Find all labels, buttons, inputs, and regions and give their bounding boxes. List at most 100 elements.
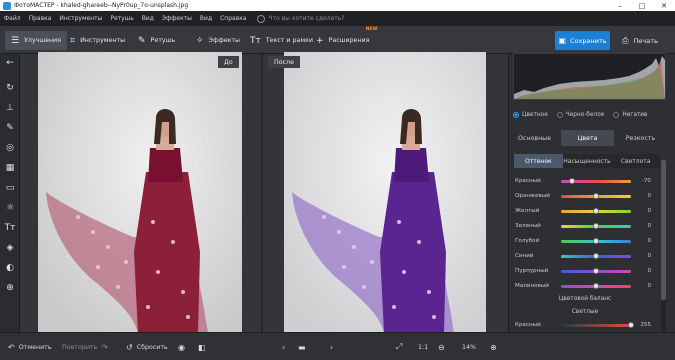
tab-text-frames[interactable]: Tт Текст и рамки [244, 31, 319, 50]
reset-button[interactable]: ↺ Сбросить [126, 341, 168, 353]
menu-tools[interactable]: Инструменты [55, 15, 106, 22]
menu-view[interactable]: Вид [138, 15, 158, 22]
hue-slider-row: Пурпурный 0 [515, 266, 655, 276]
text-tool-icon[interactable]: Tт [3, 221, 17, 235]
radial-filter-icon[interactable]: ◎ [3, 141, 17, 155]
slider-track[interactable] [561, 321, 634, 328]
slider-track[interactable] [561, 207, 631, 214]
hue-slider-row: Красный -70 [515, 176, 655, 186]
menu-view-2[interactable]: Вид [196, 15, 216, 22]
slider-track[interactable] [561, 222, 631, 229]
menu-file[interactable]: Файл [0, 15, 25, 22]
prev-image-button[interactable]: ‹ [282, 341, 289, 353]
menu-effects[interactable]: Эффекты [158, 15, 196, 22]
slider-track[interactable] [561, 267, 631, 274]
subtab-hue[interactable]: Оттенок [514, 154, 563, 168]
before-photo [38, 52, 242, 333]
tab-basic[interactable]: Основные [508, 130, 561, 146]
save-button[interactable]: ▣ Сохранить [555, 31, 610, 50]
slider-value: 0 [647, 193, 651, 199]
slider-value: 0 [647, 208, 651, 214]
new-badge: NEW [365, 27, 378, 32]
slider-label: Пурпурный [515, 268, 549, 274]
slider-track[interactable] [561, 252, 631, 259]
slider-track[interactable] [561, 192, 631, 199]
slider-knob[interactable] [593, 282, 599, 289]
slider-label: Голубой [515, 238, 540, 244]
left-toolbar: ← ↻ ⊥ ✎ ◎ ▦ ▭ ☼ Tт ◈ ◐ ⊕ [0, 54, 20, 332]
slider-value: 0 [647, 223, 651, 229]
stamp-icon[interactable]: ⊥ [3, 101, 17, 115]
slider-knob[interactable] [593, 267, 599, 274]
compare-button[interactable]: ◧ [198, 341, 210, 353]
tab-label: Инструменты [80, 37, 126, 44]
menu-retouch[interactable]: Ретушь [106, 15, 137, 22]
mode-color-radio[interactable]: Цветное [513, 112, 548, 118]
slider-knob[interactable] [593, 192, 599, 199]
slider-track[interactable] [561, 237, 631, 244]
maximize-icon[interactable]: □ [631, 0, 653, 11]
slider-track[interactable] [561, 282, 631, 289]
search-icon [256, 14, 265, 23]
minimize-icon[interactable]: – [609, 0, 631, 11]
gradient-filter-icon[interactable]: ▦ [3, 161, 17, 175]
fill-icon[interactable]: ◈ [3, 241, 17, 255]
menu-help[interactable]: Справка [216, 15, 250, 22]
panel-scrollbar[interactable] [661, 160, 666, 332]
fit-screen-button[interactable]: ⤢ [396, 341, 406, 353]
undo-button[interactable]: ↶ Отменить [8, 341, 52, 353]
tab-retouch[interactable]: ✎ Ретушь [132, 31, 181, 50]
slider-knob[interactable] [593, 207, 599, 214]
tab-sharpness[interactable]: Резкость [614, 130, 667, 146]
zoom-ratio-button[interactable]: 1:1 [418, 341, 428, 353]
subtab-lightness[interactable]: Светлота [611, 154, 660, 168]
light-icon[interactable]: ☼ [3, 201, 17, 215]
menu-edit[interactable]: Правка [25, 15, 56, 22]
color-mode-group: Цветное Черно-белое Негатив [513, 110, 668, 120]
slider-knob[interactable] [593, 252, 599, 259]
mode-bw-radio[interactable]: Черно-белое [556, 112, 604, 118]
next-image-button[interactable]: › [330, 341, 337, 353]
color-replace-icon[interactable]: ◐ [3, 261, 17, 275]
eye-icon: ◉ [178, 342, 185, 352]
zoom-out-button[interactable]: ⊖ [438, 341, 449, 353]
radio-dot [613, 112, 620, 118]
search-box[interactable]: Что вы хотите сделать? [256, 14, 345, 23]
scrollbar-thumb[interactable] [661, 160, 666, 300]
back-arrow-icon[interactable]: ← [3, 56, 17, 70]
rotate-icon[interactable]: ↻ [3, 81, 17, 95]
brush-tool-icon[interactable]: ✎ [3, 121, 17, 135]
compare-icon: ◧ [198, 342, 206, 352]
slider-knob[interactable] [593, 237, 599, 244]
slider-knob[interactable] [593, 222, 599, 229]
radio-dot [556, 112, 563, 118]
subtab-saturation[interactable]: Насыщенность [563, 154, 612, 168]
slider-value: 0 [647, 283, 651, 289]
slider-knob[interactable] [628, 321, 634, 328]
slider-knob[interactable] [568, 177, 575, 184]
tab-tools[interactable]: ⌗ Инструменты [64, 31, 131, 50]
tab-label: Эффекты [208, 37, 241, 44]
zoom-in-button[interactable]: ⊕ [490, 341, 501, 353]
print-button[interactable]: ⎙ Печать [614, 31, 666, 50]
close-icon[interactable]: ✕ [653, 0, 675, 11]
tab-colors[interactable]: Цвета [561, 130, 614, 146]
brush-icon: ✎ [138, 35, 146, 46]
mode-negative-radio[interactable]: Негатив [613, 112, 647, 118]
tab-effects[interactable]: ✧ Эффекты [190, 31, 246, 50]
vignette-icon[interactable]: ▭ [3, 181, 17, 195]
target-icon[interactable]: ⊕ [3, 281, 17, 295]
tab-extensions[interactable]: + Расширения NEW [310, 27, 377, 50]
compare-divider[interactable] [261, 54, 263, 332]
tab-enhancements[interactable]: ☰ Улучшения [5, 31, 68, 50]
open-folder-button[interactable]: ▬ [298, 341, 310, 353]
preview-eye-button[interactable]: ◉ [178, 341, 189, 353]
redo-button[interactable]: Повторить ↷ [62, 341, 112, 353]
color-subtabs: Оттенок Насыщенность Светлота [514, 154, 660, 168]
redo-label: Повторить [62, 343, 98, 351]
search-placeholder: Что вы хотите сделать? [268, 15, 345, 22]
slider-value: 0 [647, 253, 651, 259]
histogram-chart [514, 56, 665, 99]
slider-label: Оранжевый [515, 193, 550, 199]
slider-track[interactable] [561, 177, 631, 184]
